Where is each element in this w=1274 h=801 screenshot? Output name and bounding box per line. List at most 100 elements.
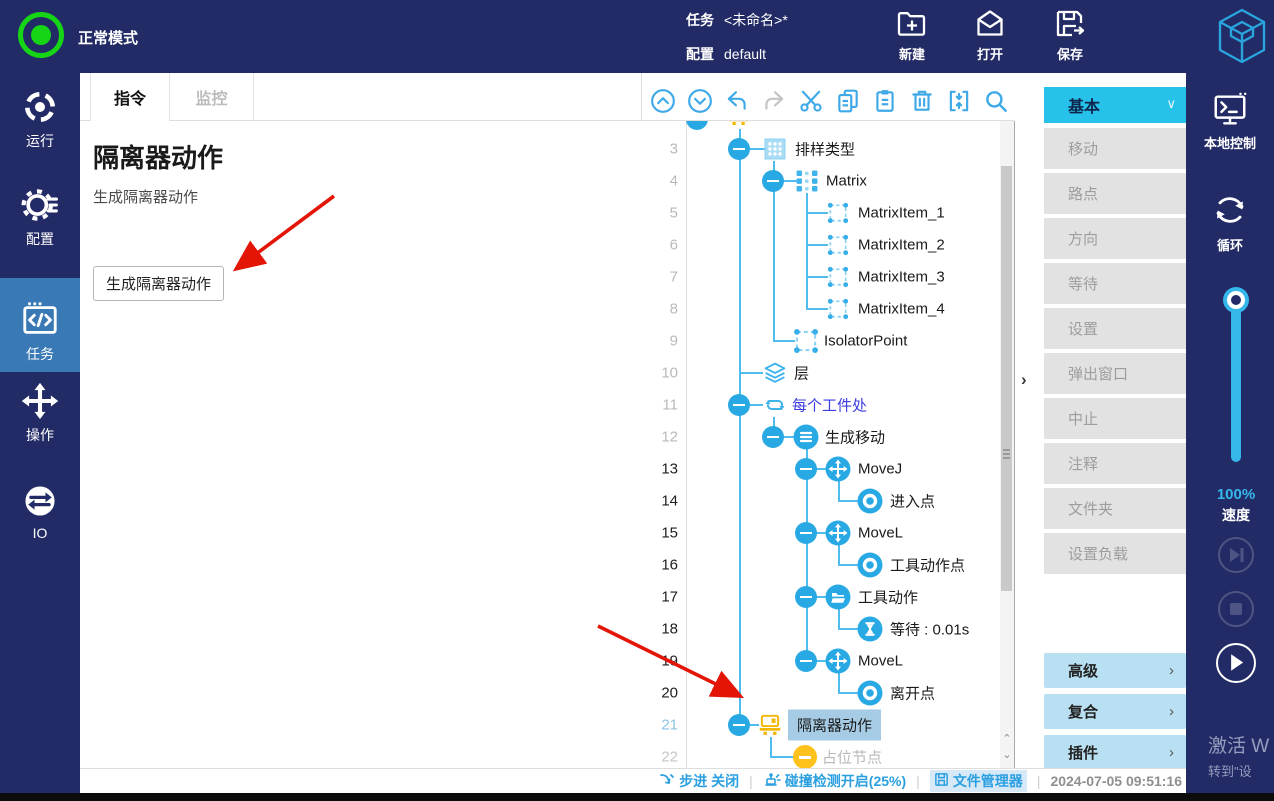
tree-node-label[interactable]: 生成移动 (825, 427, 885, 448)
speed-slider-track[interactable] (1231, 300, 1241, 462)
sidebar-item-run[interactable]: 运行 (0, 87, 80, 151)
save-task-button[interactable]: 保存 (1042, 6, 1098, 63)
instruction-item-wait[interactable]: 等待 (1044, 263, 1186, 304)
up-icon[interactable] (650, 88, 676, 114)
new-task-button[interactable]: 新建 (884, 6, 940, 63)
gutter-divider (686, 121, 687, 768)
search-icon[interactable] (983, 88, 1009, 114)
instruction-item-set[interactable]: 设置 (1044, 308, 1186, 349)
row-number: 3 (669, 140, 678, 158)
group-advanced[interactable]: 高级 › (1044, 653, 1186, 688)
collapse-toggle[interactable] (762, 170, 784, 192)
undo-icon[interactable] (724, 88, 750, 114)
down-icon[interactable] (687, 88, 713, 114)
robot-status-icon (18, 12, 64, 58)
chevron-right-icon: › (1169, 703, 1174, 720)
tab-instruction[interactable]: 指令 (90, 73, 170, 121)
collapse-toggle[interactable] (795, 650, 817, 672)
instruction-item-direction[interactable]: 方向 (1044, 218, 1186, 259)
sidebar-item-run-label: 运行 (26, 133, 54, 149)
collision-detection-status[interactable]: 碰撞检测开启(25%) (763, 771, 906, 791)
generate-isolator-action-button[interactable]: 生成隔离器动作 (93, 266, 225, 301)
stop-button[interactable] (1218, 591, 1254, 627)
instruction-item-label: 移动 (1068, 141, 1099, 158)
collapse-toggle[interactable] (795, 586, 817, 608)
group-composite[interactable]: 复合 › (1044, 694, 1186, 729)
tree-node-label[interactable]: 每个工件处 (792, 395, 867, 416)
tree-node-label-selected[interactable]: 隔离器动作 (788, 709, 882, 741)
matrix-item-icon (827, 266, 849, 288)
tree-node-label[interactable]: 占位节点 (822, 747, 882, 768)
collapse-toggle[interactable] (728, 714, 750, 736)
file-manager-button[interactable]: 文件管理器 (929, 770, 1027, 792)
tree-node-label[interactable]: Matrix (826, 173, 867, 190)
tree-node-label[interactable]: MatrixItem_4 (858, 301, 945, 318)
waypoint-icon (857, 552, 883, 578)
tree-node-label[interactable]: 工具动作点 (890, 555, 965, 576)
tree-line (838, 481, 840, 501)
instruction-group-basic[interactable]: 基本 ∨ (1044, 87, 1186, 123)
tree-node-label[interactable]: IsolatorPoint (824, 333, 907, 350)
play-button[interactable] (1216, 643, 1256, 683)
step-mode-status[interactable]: 步进 关闭 (659, 771, 739, 791)
tree-line (806, 212, 828, 214)
sidebar-item-config[interactable]: 配置 (0, 185, 80, 249)
expand-panel-handle[interactable]: › (1021, 370, 1041, 394)
redo-icon[interactable] (761, 88, 787, 114)
speed-slider-knob[interactable] (1223, 287, 1249, 313)
instruction-item-set-payload[interactable]: 设置负载 (1044, 533, 1186, 574)
status-divider: | (916, 773, 920, 789)
collapse-toggle[interactable] (686, 121, 708, 130)
isolator-icon (727, 121, 751, 128)
row-number: 8 (669, 300, 678, 318)
group-plugin[interactable]: 插件 › (1044, 735, 1186, 770)
collapse-toggle[interactable] (795, 458, 817, 480)
scroll-up-icon[interactable]: ⌃ (1001, 733, 1013, 745)
tree-scrollbar-thumb[interactable] (1001, 166, 1012, 591)
collapse-toggle[interactable] (728, 138, 750, 160)
tree-node-label[interactable]: 工具动作 (858, 587, 918, 608)
cut-icon[interactable] (798, 88, 824, 114)
sidebar-item-operate[interactable]: 操作 (0, 381, 80, 445)
loop-button[interactable]: 循环 (1186, 189, 1274, 254)
io-swap-icon (0, 481, 80, 521)
row-number: 9 (669, 332, 678, 350)
tree-node-label[interactable]: 离开点 (890, 683, 935, 704)
tree-node-label[interactable]: MoveL (858, 653, 903, 670)
collapse-icon[interactable] (946, 88, 972, 114)
tree-node-label[interactable]: 层 (794, 363, 809, 384)
instruction-item-folder[interactable]: 文件夹 (1044, 488, 1186, 529)
open-task-button[interactable]: 打开 (962, 6, 1018, 63)
local-control-label: 本地控制 (1203, 136, 1256, 151)
tree-node-label[interactable]: 排样类型 (795, 139, 855, 160)
tab-monitor[interactable]: 监控 (170, 73, 254, 120)
wait-hourglass-icon (857, 616, 883, 642)
row-number: 6 (669, 236, 678, 254)
delete-icon[interactable] (909, 88, 935, 114)
instruction-item-label: 路点 (1068, 186, 1099, 203)
collapse-toggle[interactable] (762, 426, 784, 448)
tree-node-label[interactable]: MoveL (858, 525, 903, 542)
sidebar-item-operate-label: 操作 (26, 427, 54, 443)
tree-node-label[interactable]: MoveJ (858, 461, 902, 478)
tree-node-label[interactable]: 等待 : 0.01s (890, 619, 969, 640)
tree-node-label[interactable]: MatrixItem_3 (858, 269, 945, 286)
instruction-item-comment[interactable]: 注释 (1044, 443, 1186, 484)
step-next-button[interactable] (1218, 537, 1254, 573)
instruction-item-waypoint[interactable]: 路点 (1044, 173, 1186, 214)
instruction-item-move[interactable]: 移动 (1044, 128, 1186, 169)
copy-icon[interactable] (835, 88, 861, 114)
collapse-toggle[interactable] (728, 394, 750, 416)
paste-icon[interactable] (872, 88, 898, 114)
local-control-button[interactable]: 本地控制 (1186, 91, 1274, 152)
sidebar-item-task[interactable]: 任务 (0, 278, 80, 372)
instruction-item-popup[interactable]: 弹出窗口 (1044, 353, 1186, 394)
speed-label: 速度 (1222, 507, 1250, 523)
tree-node-label[interactable]: MatrixItem_2 (858, 237, 945, 254)
scroll-down-icon[interactable]: ⌄ (1001, 749, 1013, 761)
instruction-item-abort[interactable]: 中止 (1044, 398, 1186, 439)
collapse-toggle[interactable] (795, 522, 817, 544)
sidebar-item-io[interactable]: IO (0, 481, 80, 541)
tree-node-label[interactable]: 进入点 (890, 491, 935, 512)
tree-node-label[interactable]: MatrixItem_1 (858, 205, 945, 222)
